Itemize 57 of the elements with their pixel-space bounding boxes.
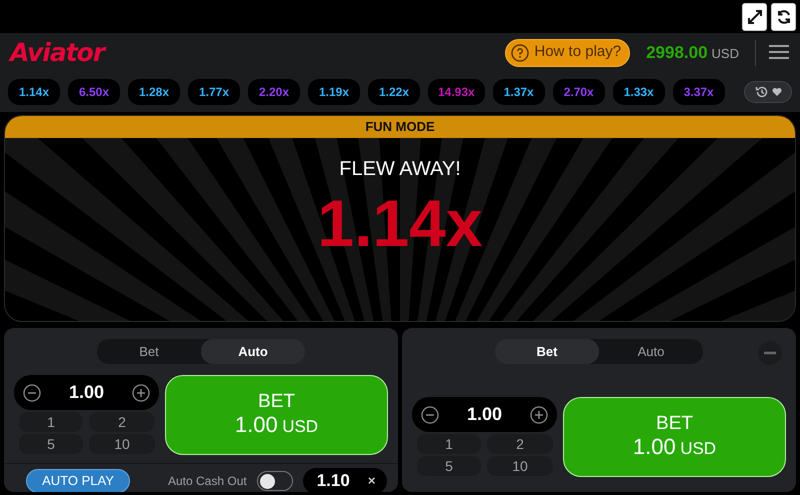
multiplier-pill: 1.37x [492, 79, 545, 105]
history-button[interactable] [744, 81, 792, 103]
remove-panel-button[interactable] [758, 341, 782, 365]
question-icon [511, 44, 530, 62]
quick-amount-button[interactable]: 10 [89, 434, 155, 454]
tab[interactable]: Bet [495, 339, 599, 364]
minus-icon [23, 384, 41, 402]
currency: USD [712, 44, 739, 63]
crash-multiplier: 1.14x [317, 190, 483, 256]
quick-amount-button[interactable]: 2 [89, 412, 155, 432]
help-button[interactable]: How to play? [505, 38, 630, 66]
cash-out-field[interactable]: 1.10 × [302, 468, 387, 492]
tab[interactable]: Auto [201, 339, 305, 364]
quick-amount-button[interactable]: 5 [417, 456, 481, 476]
quick-amount-button[interactable]: 1 [417, 434, 481, 454]
fullscreen-button[interactable] [742, 2, 767, 30]
amount-field[interactable]: 1.00 [14, 375, 159, 410]
minus-icon [764, 351, 776, 355]
minus-icon [421, 406, 439, 424]
auto-play-button[interactable]: AUTO PLAY [26, 469, 130, 492]
multiplier-pill: 1.14x [8, 79, 60, 105]
plus-icon [530, 406, 548, 424]
multiplier-pill: 1.22x [368, 79, 420, 105]
amount-field[interactable]: 1.00 [412, 397, 557, 432]
multiplier-pill: 3.37x [672, 79, 725, 105]
refresh-icon [776, 8, 792, 24]
tab[interactable]: Bet [97, 339, 201, 364]
expand-icon [746, 8, 762, 24]
increase-button[interactable] [530, 406, 548, 424]
balance: 2998.00 [646, 42, 708, 64]
quick-amount-button[interactable]: 5 [19, 434, 83, 454]
clear-button[interactable]: × [368, 471, 376, 491]
heart-icon [772, 87, 782, 97]
auto-cash-out-label: Auto Cash Out [168, 473, 247, 490]
multiplier-pill: 2.70x [552, 79, 605, 105]
multiplier-pill: 1.77x [188, 79, 240, 105]
plus-icon [132, 384, 150, 402]
decrease-button[interactable] [421, 406, 439, 424]
multiplier-pill: 2.20x [248, 79, 300, 105]
menu-icon [768, 44, 790, 60]
logo: Aviator [10, 36, 104, 69]
history-icon [754, 85, 768, 99]
multiplier-pill: 1.28x [128, 79, 180, 105]
quick-amount-button[interactable]: 10 [487, 456, 553, 476]
toggle-switch[interactable] [256, 471, 293, 491]
decrease-button[interactable] [23, 384, 41, 402]
refresh-button[interactable] [771, 2, 796, 30]
quick-amount-button[interactable]: 2 [487, 434, 553, 454]
multiplier-pill: 1.33x [612, 79, 665, 105]
round-status: FLEW AWAY! [339, 157, 461, 182]
multiplier-pill: 6.50x [68, 79, 120, 105]
tab[interactable]: Auto [599, 339, 703, 364]
multiplier-pill: 1.19x [308, 79, 360, 105]
fun-mode-banner: FUN MODE [5, 116, 795, 138]
increase-button[interactable] [132, 384, 150, 402]
quick-amount-button[interactable]: 1 [19, 412, 83, 432]
multiplier-pill: 14.93x [428, 79, 485, 105]
